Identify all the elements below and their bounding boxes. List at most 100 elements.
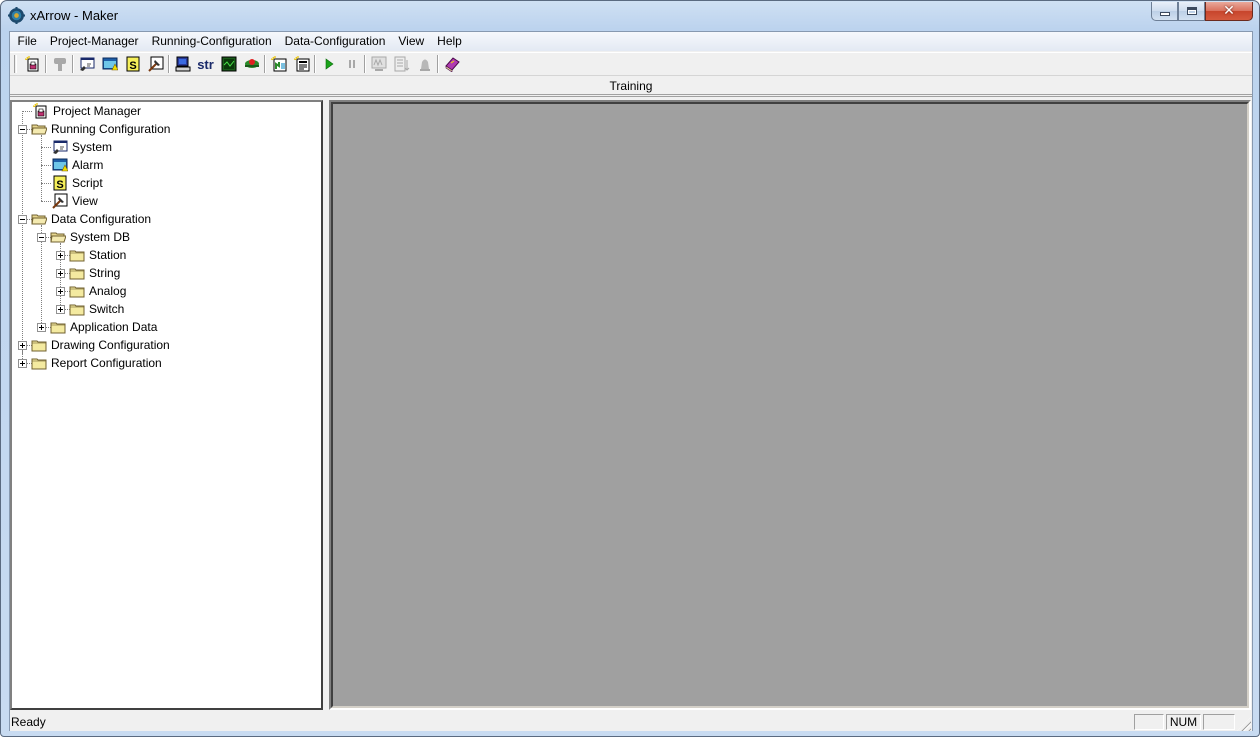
station-button[interactable]: [171, 53, 194, 75]
tree-item-label: String: [89, 266, 121, 280]
alarm-bell-button[interactable]: [413, 53, 436, 75]
title-bar[interactable]: xArrow - Maker ✕: [1, 1, 1259, 31]
toolbar-grip[interactable]: [14, 55, 17, 73]
list-download-icon: [394, 56, 409, 72]
folder-icon: [69, 304, 85, 316]
monitor-button[interactable]: [367, 53, 390, 75]
expand-toggle[interactable]: [56, 251, 65, 260]
svg-text:S: S: [56, 179, 63, 191]
alarm-config-icon: [102, 57, 118, 71]
tree-item-report-configuration[interactable]: Report Configuration: [31, 354, 163, 372]
collapse-toggle[interactable]: [37, 233, 46, 242]
tree-item-label: Script: [72, 176, 103, 190]
resize-grip[interactable]: [1237, 717, 1251, 731]
tree-item-string[interactable]: String: [69, 264, 121, 282]
system-button[interactable]: [75, 53, 98, 75]
menu-help[interactable]: Help: [431, 32, 469, 51]
tree-item-project-manager[interactable]: Project Manager: [33, 102, 142, 120]
tree-connector: [41, 183, 51, 184]
tree-item-label: Alarm: [72, 158, 104, 172]
tree-item-script[interactable]: S Script: [52, 174, 104, 192]
view-button[interactable]: [144, 53, 167, 75]
tree-item-view[interactable]: View: [52, 192, 99, 210]
tree-item-switch[interactable]: Switch: [69, 300, 125, 318]
menu-project-manager[interactable]: Project-Manager: [43, 32, 145, 51]
status-pane-num: NUM: [1166, 713, 1201, 730]
new-project-button[interactable]: [21, 53, 44, 75]
tree-item-application-data[interactable]: Application Data: [50, 318, 158, 336]
help-button[interactable]: [440, 53, 463, 75]
folder-icon: [31, 340, 47, 352]
expand-toggle[interactable]: [56, 287, 65, 296]
folder-open-icon: [31, 124, 47, 135]
collapse-toggle[interactable]: [18, 125, 27, 134]
collapse-toggle[interactable]: [18, 215, 27, 224]
expand-toggle[interactable]: [18, 341, 27, 350]
expand-toggle[interactable]: [18, 359, 27, 368]
new-project-icon: [24, 56, 38, 72]
string-button[interactable]: str: [194, 53, 217, 75]
list-button[interactable]: [390, 53, 413, 75]
run-button[interactable]: [317, 53, 340, 75]
maximize-icon: [1186, 7, 1197, 15]
tree-item-label: Drawing Configuration: [51, 338, 170, 352]
project-icon: [33, 103, 47, 119]
tree-item-drawing-configuration[interactable]: Drawing Configuration: [31, 336, 171, 354]
new-drawing-button[interactable]: [267, 53, 290, 75]
close-icon: ✕: [1223, 3, 1235, 19]
menu-running-configuration[interactable]: Running-Configuration: [145, 32, 278, 51]
status-pane-caps: [1134, 713, 1164, 730]
tree-item-system[interactable]: System: [52, 138, 113, 156]
close-button[interactable]: ✕: [1205, 2, 1253, 21]
pause-icon: [348, 60, 355, 68]
menu-view[interactable]: View: [392, 32, 431, 51]
analog-monitor-icon: [221, 56, 236, 72]
toolbar: S str: [10, 52, 1252, 76]
app-window: xArrow - Maker ✕ File Project-Manager Ru…: [0, 0, 1260, 737]
expand-toggle[interactable]: [37, 323, 46, 332]
tree-item-label: System DB: [70, 230, 131, 244]
tree-item-running-configuration[interactable]: Running Configuration: [31, 120, 171, 138]
tree-item-data-configuration[interactable]: Data Configuration: [31, 210, 152, 228]
toolbar-separator: [364, 55, 366, 73]
new-drawing-icon: [270, 56, 286, 72]
mdi-workspace[interactable]: [329, 100, 1251, 710]
script-button[interactable]: S: [121, 53, 144, 75]
menu-bar: File Project-Manager Running-Configurati…: [10, 32, 1252, 51]
help-book-icon: [444, 57, 460, 72]
maximize-button[interactable]: [1178, 2, 1205, 21]
monitor-trend-icon: [371, 56, 386, 71]
tree-connector: [22, 111, 23, 354]
pause-button[interactable]: [340, 53, 363, 75]
tree-connector: [41, 147, 51, 148]
project-tree[interactable]: Project Manager Running Configuration Sy…: [10, 100, 323, 710]
toolbar-separator: [437, 55, 439, 73]
tree-item-label: Switch: [89, 302, 125, 316]
svg-text:S: S: [129, 60, 136, 72]
expand-toggle[interactable]: [56, 269, 65, 278]
toolbar-separator: [264, 55, 266, 73]
minimize-icon: [1159, 12, 1170, 16]
menu-file[interactable]: File: [11, 32, 43, 51]
new-report-button[interactable]: [290, 53, 313, 75]
switch-button[interactable]: [240, 53, 263, 75]
tree-item-alarm[interactable]: Alarm: [52, 156, 104, 174]
folder-icon: [69, 268, 85, 280]
tree-item-label: Data Configuration: [51, 212, 152, 226]
alarm-button[interactable]: [98, 53, 121, 75]
window-title: xArrow - Maker: [30, 8, 119, 23]
expand-toggle[interactable]: [56, 305, 65, 314]
run-play-icon: [325, 58, 334, 70]
project-caption: Training: [10, 77, 1252, 97]
tree-item-analog[interactable]: Analog: [69, 282, 127, 300]
analog-button[interactable]: [217, 53, 240, 75]
menu-data-configuration[interactable]: Data-Configuration: [278, 32, 392, 51]
tree-item-station[interactable]: Station: [69, 246, 127, 264]
toolbar-separator: [45, 55, 47, 73]
build-tool-button[interactable]: [48, 53, 71, 75]
tree-item-system-db[interactable]: System DB: [50, 228, 131, 246]
minimize-button[interactable]: [1151, 2, 1178, 21]
tree-item-label: Report Configuration: [51, 356, 162, 370]
tree-item-label: Application Data: [70, 320, 158, 334]
hammer-tool-icon: [53, 58, 66, 71]
